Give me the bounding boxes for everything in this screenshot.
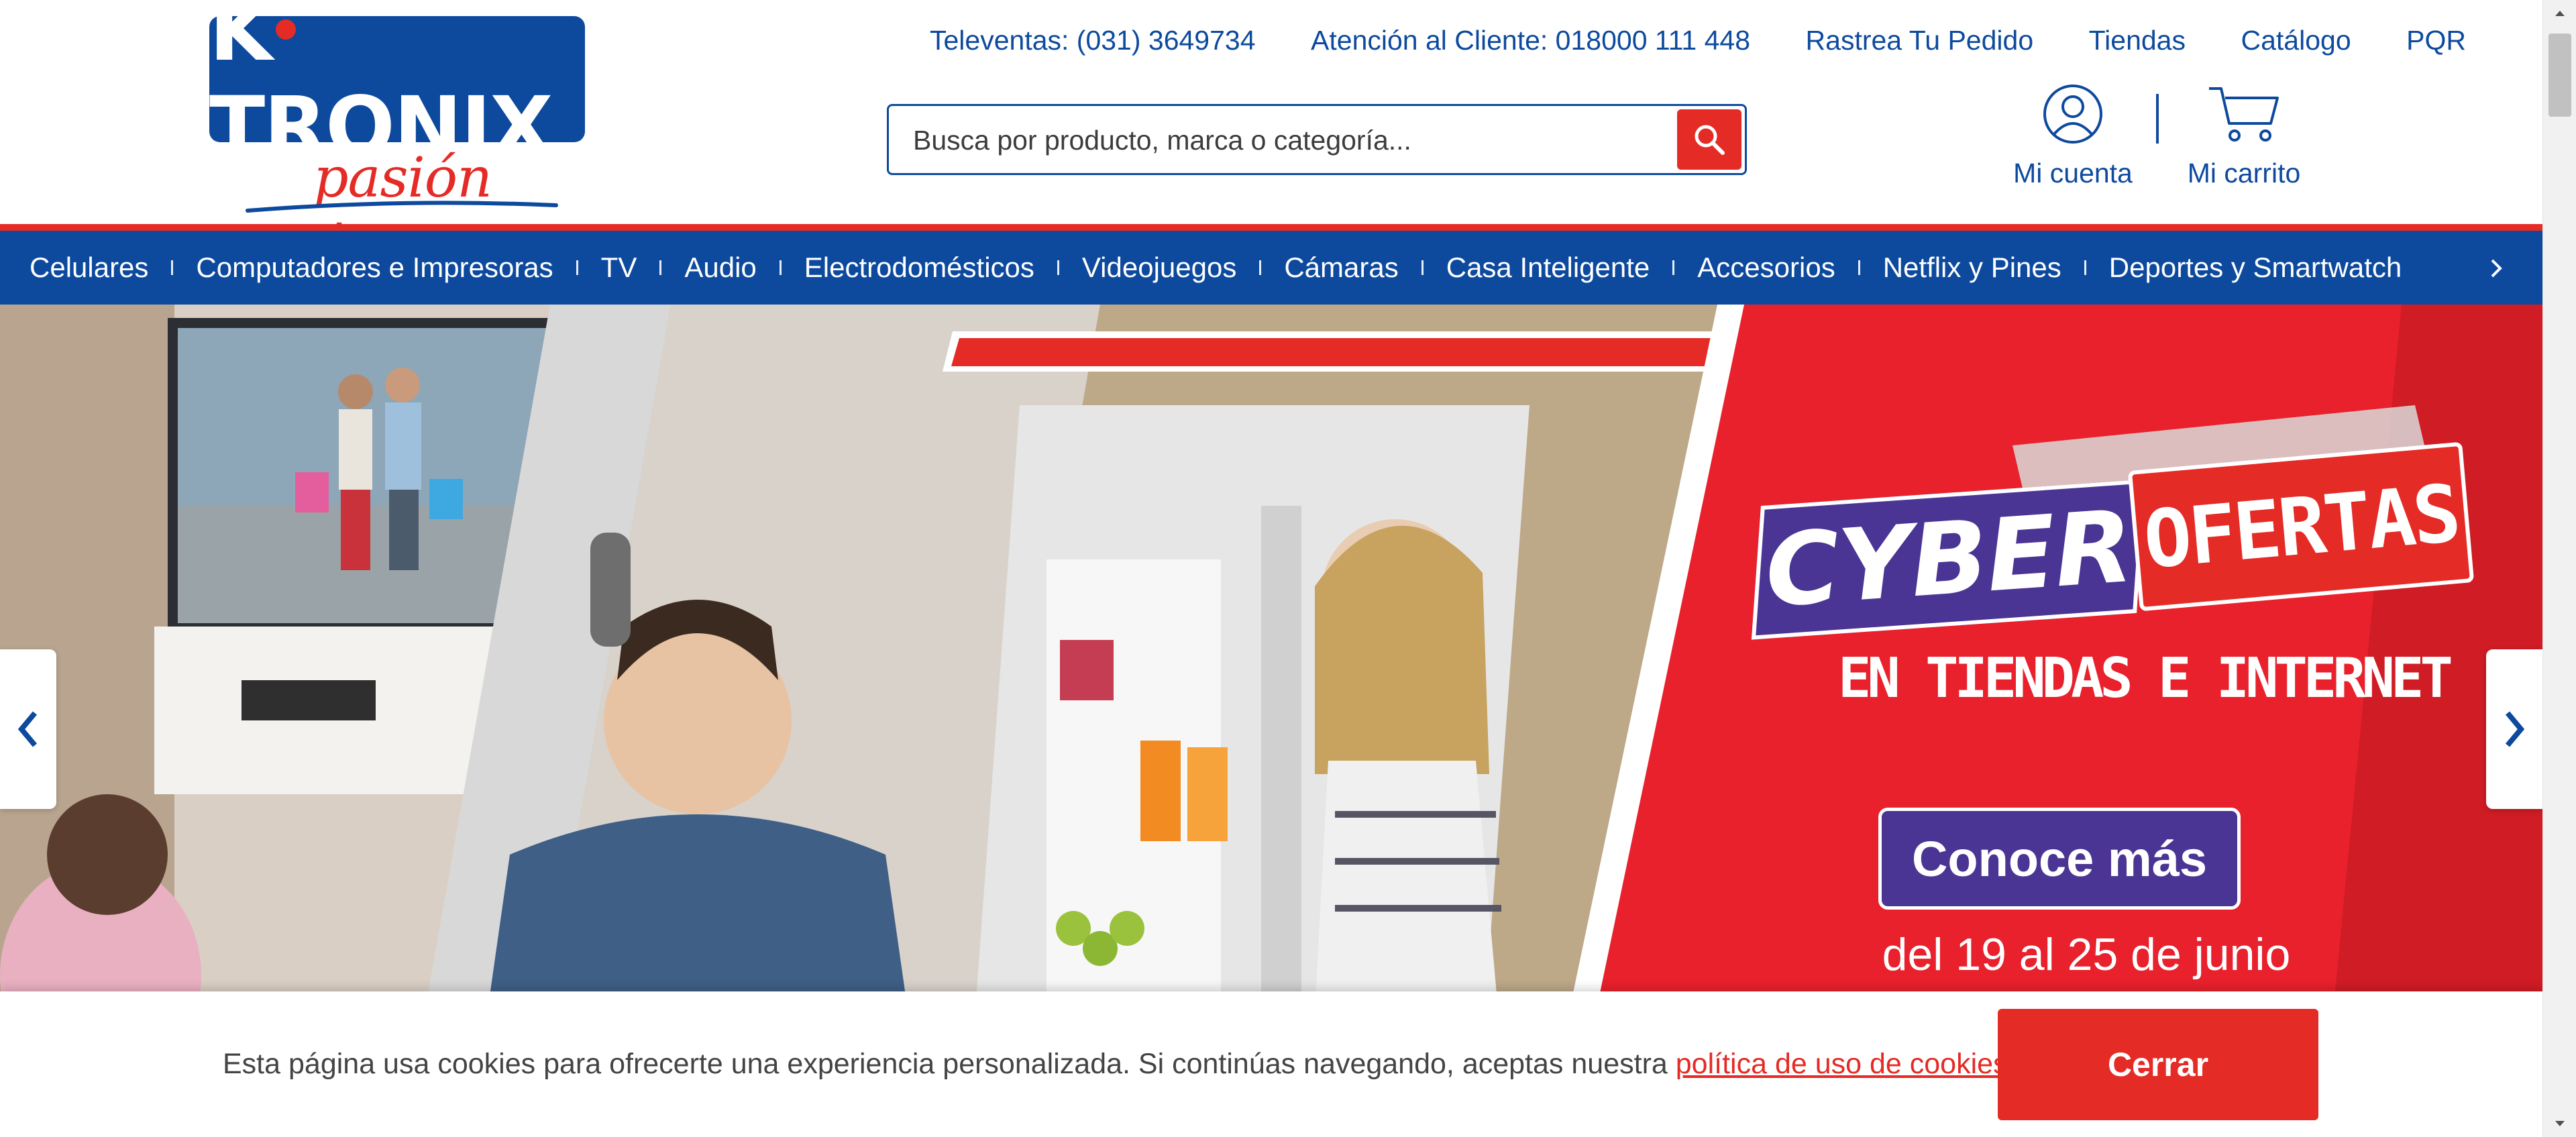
category-electrodomesticos[interactable]: Electrodomésticos [804, 252, 1034, 284]
search-button[interactable] [1677, 109, 1741, 170]
hero-prev-button[interactable] [0, 649, 56, 809]
promo-cyber-badge: CYBER [1751, 479, 2147, 640]
category-list: Celulares Computadores e Impresoras TV A… [0, 252, 2402, 284]
promo-cta-button[interactable]: Conoce más [1878, 808, 2241, 910]
category-audio[interactable]: Audio [684, 252, 756, 284]
chevron-right-icon [2505, 711, 2525, 747]
account-link[interactable]: Mi cuenta [2006, 83, 2140, 189]
category-separator [1259, 260, 1262, 275]
ktronix-logo[interactable]: KTRONIX pasión tecno [209, 0, 585, 274]
promo-ofertas-text: OFERTAS [2140, 466, 2462, 587]
chevron-right-icon [2491, 259, 2502, 278]
search-icon [1695, 125, 1725, 155]
promo-ofertas-badge: OFERTAS [2127, 441, 2475, 612]
category-separator [1672, 260, 1675, 275]
cookie-text: Esta página usa cookies para ofrecerte u… [223, 1048, 1676, 1080]
promo-dates: del 19 al 25 de junio [1882, 929, 2291, 980]
site-header: KTRONIX pasión tecno Televentas: (031) 3… [0, 0, 2542, 274]
cookie-message: Esta página usa cookies para ofrecerte u… [223, 1048, 2016, 1081]
category-nav: Celulares Computadores e Impresoras TV A… [0, 231, 2542, 305]
track-order-link[interactable]: Rastrea Tu Pedido [1806, 25, 2034, 56]
category-separator [2084, 260, 2086, 275]
logo-badge: KTRONIX [209, 0, 585, 174]
logo-underline-swoosh [246, 201, 558, 213]
scroll-down-arrow[interactable] [2543, 1110, 2576, 1137]
page-scrollbar[interactable] [2542, 0, 2576, 1137]
promo-cyber-text: CYBER [1762, 489, 2136, 630]
category-camaras[interactable]: Cámaras [1284, 252, 1398, 284]
category-separator [659, 260, 662, 275]
cookie-policy-link[interactable]: política de uso de cookies [1676, 1048, 2008, 1080]
header-divider [2156, 94, 2159, 144]
cookie-close-button[interactable]: Cerrar [1998, 1009, 2318, 1120]
stores-link[interactable]: Tiendas [2089, 25, 2186, 56]
scroll-up-arrow[interactable] [2543, 0, 2576, 27]
category-separator [779, 260, 782, 275]
category-netflix-pines[interactable]: Netflix y Pines [1883, 252, 2061, 284]
customer-service-link[interactable]: Atención al Cliente: 018000 111 448 [1311, 25, 1750, 56]
account-label: Mi cuenta [2013, 158, 2133, 188]
category-videojuegos[interactable]: Videojuegos [1082, 252, 1236, 284]
category-tv[interactable]: TV [601, 252, 637, 284]
hero-next-button[interactable] [2486, 649, 2542, 809]
televentas-link[interactable]: Televentas: (031) 3649734 [930, 25, 1256, 56]
scrollbar-thumb[interactable] [2548, 34, 2571, 117]
category-casa-inteligente[interactable]: Casa Inteligente [1446, 252, 1650, 284]
cart-icon [2209, 87, 2279, 142]
category-computadores[interactable]: Computadores e Impresoras [196, 252, 553, 284]
category-deportes-smartwatch[interactable]: Deportes y Smartwatch [2109, 252, 2402, 284]
category-separator [1858, 260, 1860, 275]
pqr-link[interactable]: PQR [2406, 25, 2466, 56]
category-celulares[interactable]: Celulares [30, 252, 148, 284]
search-bar [887, 104, 1747, 175]
category-separator [1057, 260, 1059, 275]
header-accent-line [0, 224, 2542, 231]
user-icon [2043, 85, 2102, 144]
category-accesorios[interactable]: Accesorios [1697, 252, 1835, 284]
cart-link[interactable]: Mi carrito [2174, 83, 2314, 189]
page: KTRONIX pasión tecno Televentas: (031) 3… [0, 0, 2542, 1137]
search-input[interactable] [912, 118, 1679, 162]
top-links: Televentas: (031) 3649734 Atención al Cl… [930, 23, 2466, 58]
caret-down-icon [2555, 1121, 2565, 1126]
category-separator [171, 260, 174, 275]
category-separator [1421, 260, 1424, 275]
cart-label: Mi carrito [2187, 158, 2301, 188]
chevron-left-icon [17, 711, 38, 747]
category-nav-next-button[interactable] [2479, 250, 2513, 287]
promo-subtitle: EN TIENDAS E INTERNET [1838, 647, 2453, 710]
category-separator [576, 260, 578, 275]
cookie-banner: Esta página usa cookies para ofrecerte u… [0, 991, 2542, 1137]
caret-up-icon [2555, 11, 2565, 16]
catalog-link[interactable]: Catálogo [2241, 25, 2351, 56]
